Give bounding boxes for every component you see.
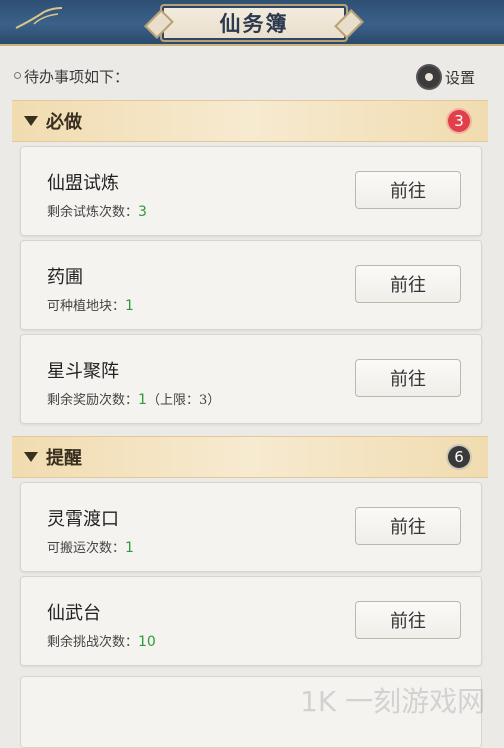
task-detail: 可搬运次数：1 xyxy=(47,537,134,556)
count-badge: 3 xyxy=(448,110,470,132)
detail-count: 10 xyxy=(138,634,156,650)
detail-suffix: （上限：3） xyxy=(146,393,221,408)
task-detail: 可种植地块：1 xyxy=(47,295,134,314)
title-cap-right xyxy=(334,9,364,39)
detail-label: 剩余试炼次数： xyxy=(47,205,139,220)
task-name: 仙盟试炼 xyxy=(47,173,119,194)
task-name: 灵霄渡口 xyxy=(47,509,119,530)
go-button[interactable]: 前往 xyxy=(355,601,461,639)
detail-count: 1 xyxy=(125,540,134,556)
task-name: 药圃 xyxy=(47,267,83,288)
task-card: 药圃 可种植地块：1 前往 xyxy=(20,240,482,330)
section-header-must-do[interactable]: 必做 3 xyxy=(12,100,488,142)
detail-label: 剩余奖励次数： xyxy=(47,393,139,408)
bullet-icon xyxy=(14,72,21,79)
detail-count: 1 xyxy=(125,298,134,314)
go-button[interactable]: 前往 xyxy=(355,507,461,545)
task-card: 星斗聚阵 剩余奖励次数：1（上限：3） 前往 xyxy=(20,334,482,424)
detail-count: 3 xyxy=(138,204,147,220)
detail-label: 可种植地块： xyxy=(47,299,126,314)
go-button[interactable]: 前往 xyxy=(355,359,461,397)
section-title: 提醒 xyxy=(46,448,82,469)
settings-button[interactable]: 设置 xyxy=(418,62,475,92)
triangle-down-icon xyxy=(24,452,38,462)
detail-label: 剩余挑战次数： xyxy=(47,635,139,650)
intro-row: 待办事项如下： 设置 xyxy=(0,62,504,92)
task-detail: 剩余试炼次数：3 xyxy=(47,201,147,220)
go-button[interactable]: 前往 xyxy=(355,265,461,303)
task-name: 仙武台 xyxy=(47,603,101,624)
triangle-down-icon xyxy=(24,116,38,126)
settings-label: 设置 xyxy=(445,68,476,87)
section-title: 必做 xyxy=(46,112,82,133)
task-card: 灵霄渡口 可搬运次数：1 前往 xyxy=(20,482,482,572)
task-detail: 剩余奖励次数：1（上限：3） xyxy=(47,389,220,408)
watermark: 1K 一刻游戏网 xyxy=(300,685,486,718)
title-plate: 仙务簿 xyxy=(144,4,364,42)
bird-icon xyxy=(15,7,63,29)
go-button[interactable]: 前往 xyxy=(355,171,461,209)
todo-label: 待办事项如下： xyxy=(24,68,130,86)
task-detail: 剩余挑战次数：10 xyxy=(47,631,156,650)
task-card: 仙盟试炼 剩余试炼次数：3 前往 xyxy=(20,146,482,236)
detail-count: 1 xyxy=(138,392,147,408)
count-badge: 6 xyxy=(448,446,470,468)
gear-icon xyxy=(418,66,440,88)
section-header-reminders[interactable]: 提醒 6 xyxy=(12,436,488,478)
task-name: 星斗聚阵 xyxy=(47,361,119,382)
top-bar: 仙务簿 xyxy=(0,0,504,46)
detail-label: 可搬运次数： xyxy=(47,541,126,556)
task-card: 仙武台 剩余挑战次数：10 前往 xyxy=(20,576,482,666)
title-cap-left xyxy=(144,9,174,39)
page-title: 仙务簿 xyxy=(219,11,289,36)
